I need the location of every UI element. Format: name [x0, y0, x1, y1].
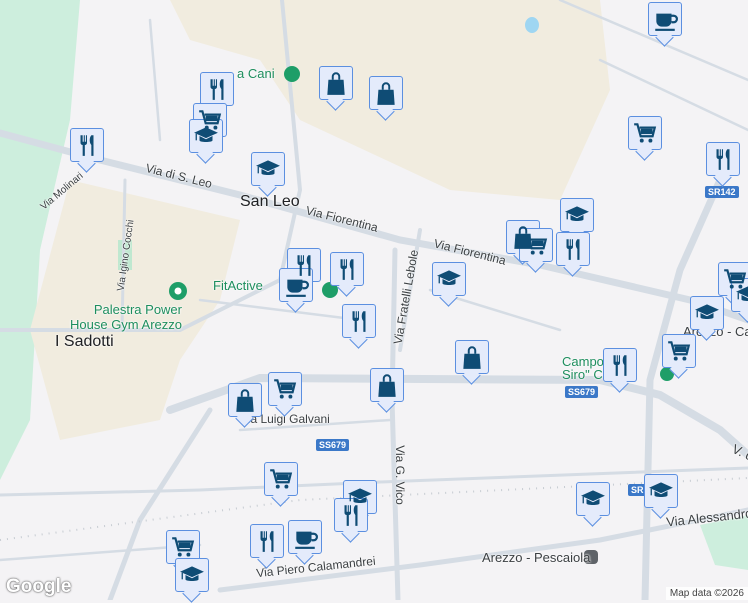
- restaurant-icon: [613, 355, 627, 376]
- map-marker-shopping-bag[interactable]: [370, 368, 404, 402]
- road-shield-sr142: SR142: [705, 186, 739, 198]
- restaurant-icon: [352, 311, 366, 332]
- map-marker-school[interactable]: [560, 198, 594, 232]
- map-marker-restaurant[interactable]: [603, 348, 637, 382]
- map-marker-school[interactable]: [644, 474, 678, 508]
- map-marker-restaurant[interactable]: [250, 524, 284, 558]
- road-shield-ss679-2: SS679: [565, 386, 599, 398]
- map-marker-restaurant[interactable]: [556, 232, 590, 266]
- map-marker-shopping-cart[interactable]: [264, 462, 298, 496]
- map-marker-shopping-cart[interactable]: [519, 228, 553, 262]
- shopping-cart-icon: [270, 469, 293, 489]
- pond: [525, 17, 539, 33]
- map-marker-school[interactable]: [175, 558, 209, 592]
- map-marker-shopping-bag[interactable]: [319, 66, 353, 100]
- poi-palestra-line1: Palestra Power: [93, 302, 182, 317]
- restaurant-icon: [260, 531, 274, 552]
- map-marker-shopping-cart[interactable]: [628, 116, 662, 150]
- school-icon: [649, 482, 673, 497]
- place-pescaiola: Arezzo - Pescaiola: [482, 550, 591, 565]
- restaurant-icon: [344, 505, 358, 526]
- shopping-cart-icon: [274, 379, 297, 399]
- coffee-icon: [655, 13, 678, 31]
- school-icon: [565, 206, 589, 221]
- map-marker-restaurant[interactable]: [342, 304, 376, 338]
- shopping-bag-icon: [327, 72, 345, 95]
- school-icon: [437, 270, 461, 285]
- map-marker-shopping-bag[interactable]: [228, 383, 262, 417]
- map-marker-restaurant[interactable]: [330, 252, 364, 286]
- shopping-cart-icon: [172, 537, 195, 557]
- place-san-leo: San Leo: [240, 193, 300, 210]
- school-icon: [736, 286, 748, 301]
- poi-fitactive[interactable]: FitActive: [213, 278, 263, 293]
- map-marker-school[interactable]: [690, 296, 724, 330]
- park-poi-icon: [284, 66, 300, 82]
- map-marker-shopping-cart[interactable]: [166, 530, 200, 564]
- map-attribution[interactable]: Map data ©2026: [665, 587, 748, 600]
- map-marker-restaurant[interactable]: [334, 498, 368, 532]
- map-marker-coffee[interactable]: [288, 520, 322, 554]
- map-marker-coffee[interactable]: [279, 268, 313, 302]
- map-marker-shopping-bag[interactable]: [455, 340, 489, 374]
- school-icon: [194, 127, 218, 142]
- google-logo[interactable]: Google: [6, 576, 71, 598]
- map-marker-coffee[interactable]: [648, 2, 682, 36]
- map-marker-school[interactable]: [576, 482, 610, 516]
- shopping-cart-icon: [668, 341, 691, 361]
- map-marker-restaurant[interactable]: [200, 72, 234, 106]
- restaurant-icon: [566, 239, 580, 260]
- school-icon: [581, 490, 605, 505]
- restaurant-icon: [80, 135, 94, 156]
- school-icon: [256, 160, 280, 175]
- poi-palestra[interactable]: Palestra Power House Gym Arezzo: [70, 302, 182, 332]
- coffee-icon: [286, 279, 309, 297]
- restaurant-icon: [210, 79, 224, 100]
- shopping-cart-icon: [634, 123, 657, 143]
- shopping-cart-icon: [525, 235, 548, 255]
- school-icon: [180, 566, 204, 581]
- map-marker-restaurant[interactable]: [70, 128, 104, 162]
- map-marker-shopping-cart[interactable]: [662, 334, 696, 368]
- shopping-bag-icon: [377, 82, 395, 105]
- restaurant-icon: [716, 149, 730, 170]
- map-marker-restaurant[interactable]: [706, 142, 740, 176]
- school-icon: [695, 304, 719, 319]
- shopping-bag-icon: [236, 389, 254, 412]
- road-shield-ss679: SS679: [316, 439, 350, 451]
- shopping-bag-icon: [378, 374, 396, 397]
- shopping-bag-icon: [463, 346, 481, 369]
- map-marker-school[interactable]: [189, 119, 223, 153]
- restaurant-icon: [340, 259, 354, 280]
- map-marker-school[interactable]: [432, 262, 466, 296]
- map-marker-shopping-cart[interactable]: [268, 372, 302, 406]
- coffee-icon: [295, 531, 318, 549]
- map-marker-shopping-bag[interactable]: [369, 76, 403, 110]
- place-i-sadotti: I Sadotti: [55, 333, 114, 350]
- road-label-via-g-vico: Via G. Vico: [392, 445, 407, 505]
- poi-area-cani[interactable]: a Cani: [237, 66, 275, 81]
- map-marker-school[interactable]: [251, 152, 285, 186]
- poi-palestra-line2: House Gym Arezzo: [70, 317, 182, 332]
